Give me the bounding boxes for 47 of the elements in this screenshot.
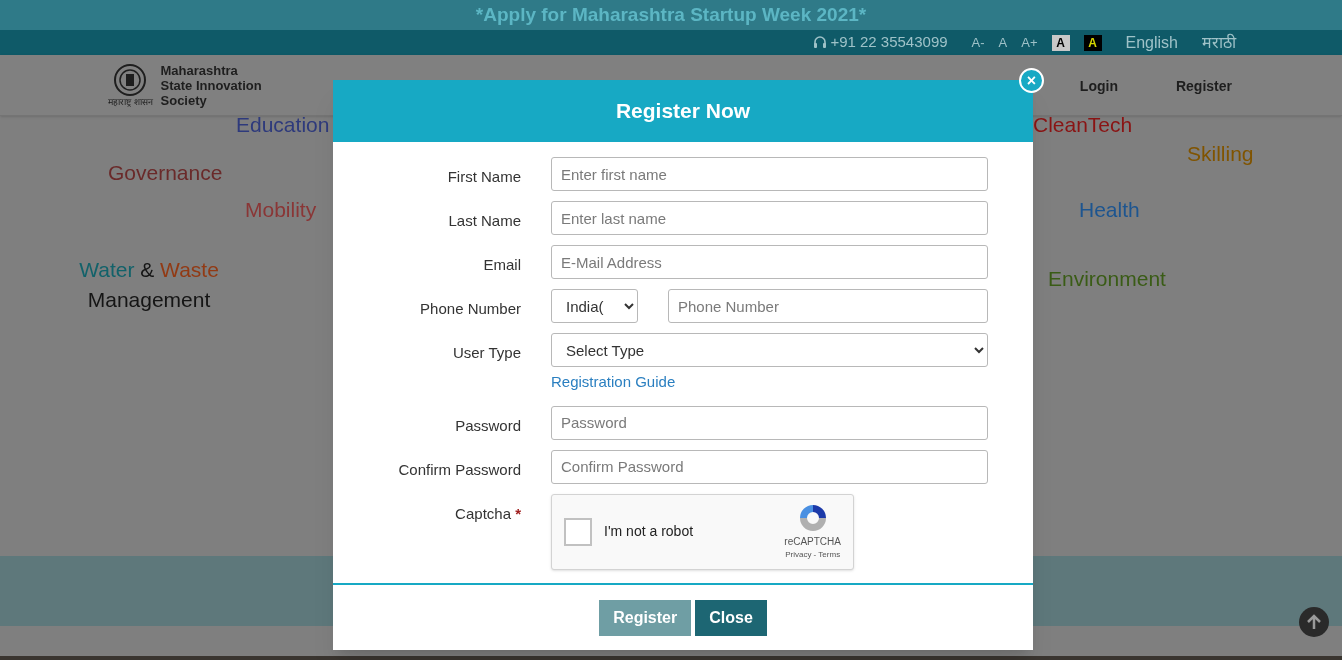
country-select[interactable]: India( [551, 289, 638, 323]
text-field[interactable]: Confirm Password [551, 449, 988, 484]
dialog-button[interactable]: Register [599, 599, 692, 636]
banner-text[interactable]: *Apply for Maharashtra Startup Week 2021* [475, 0, 867, 30]
text-field[interactable]: E-Mail Address [551, 245, 988, 279]
contrast-button[interactable]: A [1051, 34, 1070, 51]
font-size-button[interactable]: A+ [1021, 32, 1038, 53]
user-type-select[interactable]: Select Type [551, 333, 988, 367]
language-link[interactable]: मराठी [1202, 30, 1236, 55]
language-link[interactable]: English [1125, 30, 1178, 55]
field-label: Phone Number [420, 300, 521, 317]
captcha-checkbox[interactable] [564, 517, 592, 546]
font-size-button[interactable]: A [998, 32, 1008, 53]
topic-word[interactable]: Education [236, 113, 330, 136]
field-label: Last Name [448, 212, 521, 229]
emblem-icon [113, 63, 148, 97]
text-field[interactable]: Password [551, 405, 988, 440]
captcha-links[interactable]: Privacy - Terms [785, 549, 841, 561]
topic-word[interactable]: Management [87, 288, 211, 311]
nav-link[interactable]: Register [1175, 75, 1232, 97]
logo-text[interactable]: Maharashtra State Innovation Society [160, 62, 262, 108]
required-mark: * [515, 504, 521, 522]
field-label: Password [455, 416, 521, 434]
text-field[interactable]: Enter last name [551, 201, 988, 235]
field-label: First Name [447, 168, 521, 185]
field-label: User Type [452, 344, 521, 361]
phone-number[interactable]: +91 22 35543099 [830, 31, 948, 54]
field-label: Confirm Password [398, 460, 521, 478]
dialog-button[interactable]: Close [695, 599, 767, 636]
scroll-top-button[interactable] [1299, 607, 1329, 637]
font-size-button[interactable]: A- [971, 32, 985, 53]
text-field[interactable]: Enter first name [551, 157, 988, 191]
topic-word[interactable]: Governance [108, 161, 223, 184]
dialog-title: Register Now [615, 98, 751, 125]
guide-link[interactable]: Registration Guide [551, 371, 676, 394]
field-label: Captcha [455, 504, 511, 522]
captcha-brand: reCAPTCHA [784, 535, 841, 549]
headset-icon [813, 35, 828, 50]
nav-link[interactable]: Login [1079, 75, 1118, 97]
phone-field[interactable]: Phone Number [668, 289, 988, 323]
captcha-label: I'm not a robot [604, 522, 694, 541]
contrast-button[interactable]: A [1083, 34, 1102, 51]
emblem-caption: महाराष्ट्र शासन [108, 97, 153, 107]
topic-word[interactable]: & [140, 258, 155, 281]
arrow-up-icon [1307, 614, 1321, 630]
field-label: Email [483, 256, 521, 273]
topic-word[interactable]: CleanTech [1033, 113, 1133, 136]
